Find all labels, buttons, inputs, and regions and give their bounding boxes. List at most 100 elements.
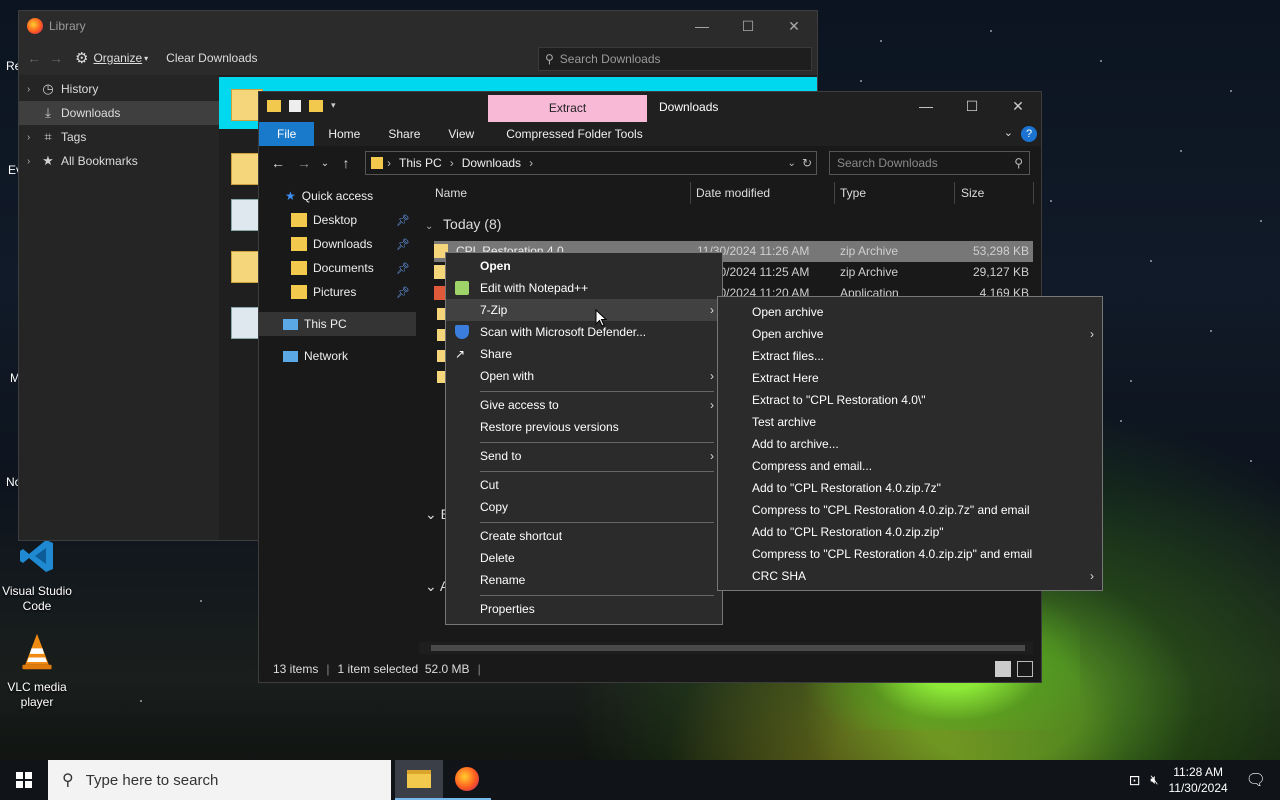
downloads-folder-icon xyxy=(291,237,307,251)
menu-item-label: Share xyxy=(480,347,513,361)
close-button[interactable]: ✕ xyxy=(771,18,817,35)
sidebar-item-history[interactable]: › ◷ History xyxy=(19,77,219,101)
refresh-icon[interactable]: ↻ xyxy=(802,156,812,170)
context-menu: Open Edit with Notepad++ 7-Zip › Scan wi… xyxy=(445,252,723,625)
taskbar-search-input[interactable]: ⚲ Type here to search xyxy=(48,760,391,800)
nav-quick-access[interactable]: ★ Quick access xyxy=(259,184,416,208)
organize-button[interactable]: ⚙ Organize ▾ xyxy=(75,49,148,67)
menu-item-send-to[interactable]: Send to › xyxy=(446,445,722,467)
minimize-button[interactable]: — xyxy=(679,18,725,35)
zip-item-add-to-archive[interactable]: Add to archive... xyxy=(718,433,1102,455)
tab-view[interactable]: View xyxy=(434,122,488,146)
nav-item-desktop[interactable]: Desktop 📌︎ xyxy=(259,208,416,232)
zip-item-crc-sha[interactable]: CRC SHA › xyxy=(718,565,1102,587)
tab-home[interactable]: Home xyxy=(314,122,374,146)
breadcrumb-this-pc[interactable]: This PC xyxy=(399,156,442,170)
menu-item-edit-notepad[interactable]: Edit with Notepad++ xyxy=(446,277,722,299)
minimize-button[interactable]: — xyxy=(903,92,949,120)
chevron-down-icon[interactable]: ⌄ xyxy=(788,158,796,169)
scrollbar-thumb[interactable] xyxy=(431,645,1025,651)
menu-item-open-with[interactable]: Open with › xyxy=(446,365,722,387)
tab-extract-context[interactable]: Extract xyxy=(488,95,647,122)
forward-arrow-icon[interactable]: → xyxy=(291,155,317,171)
close-button[interactable]: ✕ xyxy=(995,92,1041,120)
menu-item-7zip[interactable]: 7-Zip › xyxy=(446,299,722,321)
menu-item-properties[interactable]: Properties xyxy=(446,598,722,620)
zip-item-test-archive[interactable]: Test archive xyxy=(718,411,1102,433)
menu-item-delete[interactable]: Delete xyxy=(446,547,722,569)
clear-downloads-button[interactable]: Clear Downloads xyxy=(166,51,257,65)
desktop-icon-vscode[interactable]: Visual Studio Code xyxy=(0,536,74,614)
nav-item-pictures[interactable]: Pictures 📌︎ xyxy=(259,280,416,304)
forward-arrow-icon[interactable]: → xyxy=(49,50,63,66)
menu-item-open[interactable]: Open xyxy=(446,255,722,277)
menu-item-copy[interactable]: Copy xyxy=(446,496,722,518)
zip-item-compress-email[interactable]: Compress and email... xyxy=(718,455,1102,477)
menu-item-share[interactable]: ↗ Share xyxy=(446,343,722,365)
sidebar-item-all-bookmarks[interactable]: › ★ All Bookmarks xyxy=(19,149,219,173)
zip-item-open-archive[interactable]: Open archive xyxy=(718,301,1102,323)
taskbar-firefox[interactable] xyxy=(443,760,491,800)
pin-icon: 📌︎ xyxy=(396,214,410,227)
menu-separator xyxy=(480,442,714,443)
back-arrow-icon[interactable]: ← xyxy=(27,50,41,66)
menu-item-cut[interactable]: Cut xyxy=(446,474,722,496)
tiles-view-icon[interactable] xyxy=(1017,661,1033,677)
back-arrow-icon[interactable]: ← xyxy=(265,155,291,171)
breadcrumb-downloads[interactable]: Downloads xyxy=(462,156,521,170)
new-folder-icon[interactable] xyxy=(309,100,323,112)
nav-item-documents[interactable]: Documents 📌︎ xyxy=(259,256,416,280)
taskbar-file-explorer[interactable] xyxy=(395,760,443,800)
horizontal-scrollbar[interactable] xyxy=(419,642,1033,654)
menu-item-rename[interactable]: Rename xyxy=(446,569,722,591)
sidebar-item-downloads[interactable]: ⤓ Downloads xyxy=(19,101,219,125)
desktop-icon-vlc[interactable]: VLC media player xyxy=(0,632,74,710)
7zip-submenu: Open archive Open archive › Extract files… xyxy=(717,296,1103,591)
maximize-button[interactable]: ☐ xyxy=(949,92,995,120)
tab-file[interactable]: File xyxy=(259,122,315,146)
zip-item-compress-zip-email[interactable]: Compress to "CPL Restoration 4.0.zip.zip… xyxy=(718,543,1102,565)
sidebar-item-tags[interactable]: › ⌗ Tags xyxy=(19,125,219,149)
library-search-input[interactable]: ⚲ Search Downloads xyxy=(538,47,812,71)
nav-this-pc[interactable]: This PC xyxy=(259,312,416,336)
tab-compressed-folder-tools[interactable]: Compressed Folder Tools xyxy=(492,122,657,146)
details-view-icon[interactable] xyxy=(995,661,1011,677)
help-icon[interactable]: ? xyxy=(1021,126,1037,142)
nav-network[interactable]: Network xyxy=(259,344,416,368)
address-bar[interactable]: › This PC › Downloads › ⌄ ↻ xyxy=(365,151,817,175)
volume-muted-icon[interactable]: 🔇︎ xyxy=(1150,772,1158,788)
column-type[interactable]: Type xyxy=(840,186,866,200)
zip-item-extract-to[interactable]: Extract to "CPL Restoration 4.0\" xyxy=(718,389,1102,411)
up-arrow-icon[interactable]: ↑ xyxy=(333,155,359,171)
quick-access-toolbar: ▾ xyxy=(267,100,336,112)
chevron-down-icon[interactable]: ⌄ xyxy=(1004,126,1013,139)
chevron-down-icon[interactable]: ⌄ xyxy=(317,158,333,169)
nav-item-downloads[interactable]: Downloads 📌︎ xyxy=(259,232,416,256)
notification-icon[interactable]: 🗨︎ xyxy=(1246,770,1266,790)
menu-item-give-access[interactable]: Give access to › xyxy=(446,394,722,416)
zip-item-extract-files[interactable]: Extract files... xyxy=(718,345,1102,367)
properties-icon[interactable] xyxy=(289,100,301,112)
start-button[interactable] xyxy=(0,760,48,800)
library-titlebar: Library — ☐ ✕ xyxy=(19,11,817,41)
network-icon[interactable]: ⊡ xyxy=(1129,772,1141,789)
zip-item-extract-here[interactable]: Extract Here xyxy=(718,367,1102,389)
column-name[interactable]: Name xyxy=(435,186,467,200)
zip-item-add-zip[interactable]: Add to "CPL Restoration 4.0.zip.zip" xyxy=(718,521,1102,543)
column-size[interactable]: Size xyxy=(961,186,984,200)
chevron-down-icon[interactable]: ▾ xyxy=(331,100,336,112)
menu-item-scan-defender[interactable]: Scan with Microsoft Defender... xyxy=(446,321,722,343)
menu-item-restore-versions[interactable]: Restore previous versions xyxy=(446,416,722,438)
tab-share[interactable]: Share xyxy=(374,122,434,146)
clock[interactable]: 11:28 AM 11/30/2024 xyxy=(1169,764,1228,796)
explorer-search-input[interactable]: Search Downloads ⚲ xyxy=(829,151,1030,175)
maximize-button[interactable]: ☐ xyxy=(725,18,771,35)
item-count: 13 items xyxy=(273,662,319,676)
zip-item-compress-7z-email[interactable]: Compress to "CPL Restoration 4.0.zip.7z"… xyxy=(718,499,1102,521)
column-date-modified[interactable]: Date modified xyxy=(696,186,770,200)
nav-label: Documents xyxy=(313,261,374,275)
group-header-today[interactable]: ⌄ Today (8) xyxy=(425,216,501,232)
menu-item-create-shortcut[interactable]: Create shortcut xyxy=(446,525,722,547)
zip-item-add-7z[interactable]: Add to "CPL Restoration 4.0.zip.7z" xyxy=(718,477,1102,499)
zip-item-open-archive-sub[interactable]: Open archive › xyxy=(718,323,1102,345)
